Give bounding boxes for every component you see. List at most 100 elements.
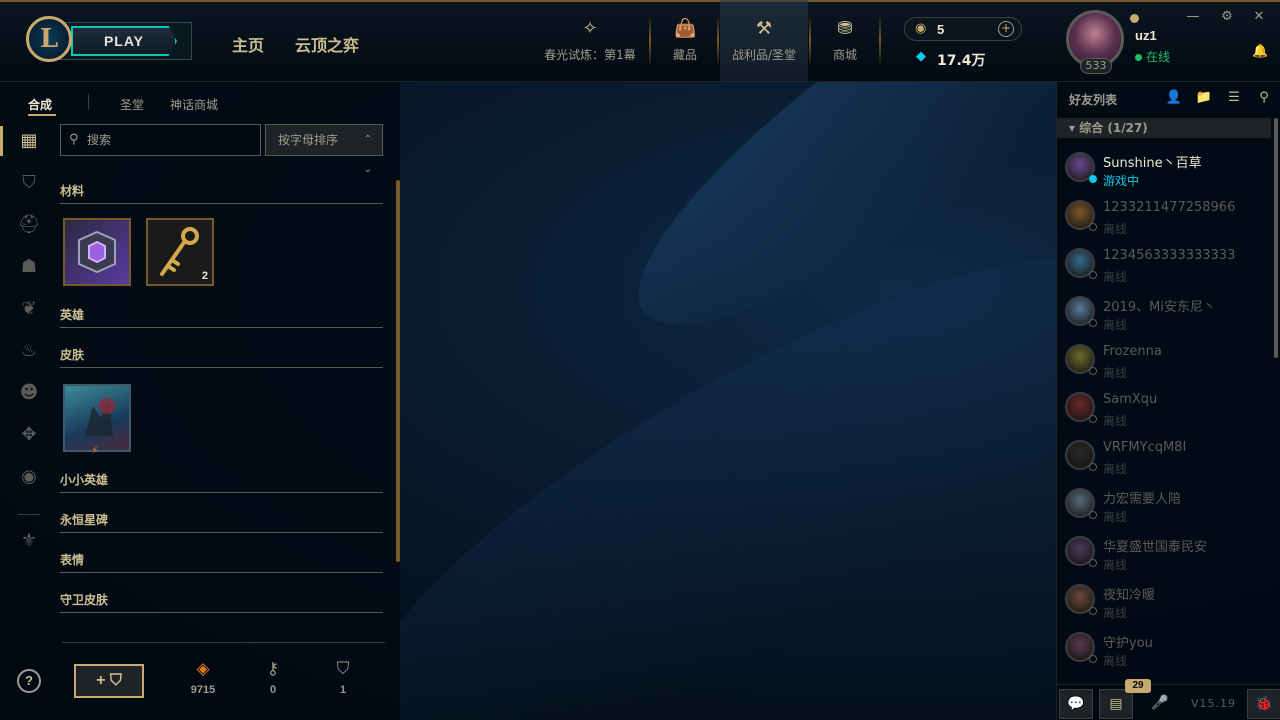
friend-group-header[interactable]: ▾ 综合 (1/27) xyxy=(1057,118,1271,138)
friend-status: 离线 xyxy=(1103,414,1128,428)
friend-status: 离线 xyxy=(1103,318,1128,332)
friend-name: 夜知冷暖 xyxy=(1103,588,1156,603)
username[interactable]: uz1 xyxy=(1135,28,1157,43)
close-icon[interactable]: ✕ xyxy=(1250,8,1268,26)
nav-battle-pass[interactable]: ✧ 春光试炼：第1幕 xyxy=(540,0,640,82)
chat-icon[interactable]: 💬 xyxy=(1059,689,1093,719)
top-nav-bar: L PLAY 主页 云顶之弈 ✧ 春光试炼：第1幕 👜 藏品 ⚒ 战利品/圣堂 … xyxy=(0,0,1280,82)
settings-gear-icon[interactable]: ⚙ xyxy=(1218,8,1236,26)
friend-row[interactable]: SamXqu 离线 xyxy=(1057,384,1271,432)
friend-row[interactable]: 力宏需要人陪 离线 xyxy=(1057,480,1271,528)
friends-header: 好友列表 👤 📁 ☰ ⚲ xyxy=(1057,82,1280,114)
hextech-key-tile[interactable]: 2 xyxy=(146,218,214,286)
orange-essence-badge-icon: ⚡ xyxy=(91,444,99,457)
friend-status-dot xyxy=(1089,415,1097,423)
minimize-icon[interactable]: — xyxy=(1184,8,1202,26)
friend-row[interactable]: 1234563333333333 离线 xyxy=(1057,240,1271,288)
sort-dropdown[interactable]: 按字母排序 ⌃ ⌄ xyxy=(265,124,383,175)
friend-status: 离线 xyxy=(1103,462,1128,476)
friend-row[interactable]: Sunshine丶百草 游戏中 xyxy=(1057,144,1271,192)
loot-scrollbar[interactable] xyxy=(396,180,400,562)
champion-helmet-icon[interactable]: ⛑ xyxy=(16,212,42,238)
friend-status-dot xyxy=(1089,511,1097,519)
nav-loot-label: 战利品/圣堂 xyxy=(731,48,797,62)
friend-row[interactable]: Frozenna 离线 xyxy=(1057,336,1271,384)
add-friend-icon[interactable]: 👤 xyxy=(1165,90,1183,106)
bell-icon[interactable]: 🔔 xyxy=(1252,44,1268,59)
nav-store[interactable]: ⛃ 商城 xyxy=(814,0,876,82)
conversations-icon[interactable]: ▤ xyxy=(1099,689,1133,719)
nav-collection[interactable]: 👜 藏品 xyxy=(654,0,716,82)
eternals-flame-icon[interactable]: ♨ xyxy=(16,338,42,364)
chest-value: 1 xyxy=(339,684,347,696)
section-champions: 英雄 xyxy=(60,306,383,328)
client-version: V15.19 xyxy=(1191,697,1237,710)
play-button[interactable]: PLAY xyxy=(71,26,177,56)
notification-dot xyxy=(1130,14,1139,23)
key-fragment-value: 0 xyxy=(269,684,277,696)
nav-tft[interactable]: 云顶之弈 xyxy=(295,32,359,56)
friend-row[interactable]: VRFMYcqM8I 离线 xyxy=(1057,432,1271,480)
tab-sanctum[interactable]: 圣堂 xyxy=(120,96,144,113)
active-tab-underline xyxy=(28,114,56,116)
nav-divider xyxy=(879,14,881,66)
chevron-updown-icon: ⌃ ⌄ xyxy=(363,134,372,175)
ward-icon[interactable]: ✥ xyxy=(16,422,42,448)
status-indicator[interactable]: 在线 xyxy=(1135,48,1170,65)
section-ward-skins: 守卫皮肤 xyxy=(60,591,383,613)
rp-balance: ◉ 5 + xyxy=(904,17,1022,41)
little-legend-icon[interactable]: ❦ xyxy=(16,296,42,322)
orange-essence-icon: ◈ xyxy=(196,659,210,679)
friend-name: SamXqu xyxy=(1103,392,1158,407)
friends-scrollbar[interactable] xyxy=(1274,118,1278,358)
friend-status: 离线 xyxy=(1103,606,1128,620)
nav-store-label: 商城 xyxy=(832,48,857,62)
friend-status: 离线 xyxy=(1103,222,1128,236)
orange-essence-counter: ◈ 9715 xyxy=(178,658,228,696)
friend-row[interactable]: 守护you 离线 xyxy=(1057,624,1271,672)
search-friends-icon[interactable]: ⚲ xyxy=(1255,90,1273,106)
friend-row[interactable]: 2019、Mi安东尼丶 离线 xyxy=(1057,288,1271,336)
emote-icon[interactable]: ☻ xyxy=(16,380,42,406)
status-text: 在线 xyxy=(1146,50,1171,64)
bug-report-icon[interactable]: 🐞 xyxy=(1247,689,1280,719)
grid-all-icon[interactable]: ▦ xyxy=(16,128,42,154)
disenchant-icon[interactable]: ⚜ xyxy=(16,528,42,554)
pass-icon: ✧ xyxy=(582,18,598,39)
icon-profile-icon[interactable]: ◉ xyxy=(16,464,42,490)
friend-status-dot xyxy=(1089,559,1097,567)
search-input[interactable] xyxy=(87,129,255,151)
tab-mythic-shop[interactable]: 神话商城 xyxy=(170,96,218,113)
friend-group-label: 综合 (1/27) xyxy=(1079,121,1148,135)
friend-status-dot xyxy=(1089,223,1097,231)
nav-divider xyxy=(809,14,811,66)
friend-row[interactable]: 夜知冷暖 离线 xyxy=(1057,576,1271,624)
friend-status: 离线 xyxy=(1103,558,1128,572)
friend-name: 守护you xyxy=(1103,636,1153,651)
buy-rp-button[interactable]: + xyxy=(998,21,1014,37)
friend-name: 1234563333333333 xyxy=(1103,248,1236,263)
league-logo-icon: L xyxy=(26,16,72,62)
craft-key-button[interactable]: + ⛉ xyxy=(74,664,144,698)
nav-loot[interactable]: ⚒ 战利品/圣堂 xyxy=(720,0,808,82)
skin-shard-tile[interactable] xyxy=(63,384,131,452)
loot-panel: 合成 圣堂 神话商城 ▦ ⛉ ⛑ ☗ ❦ ♨ ☻ ✥ ◉ ⚜ ⚲ 按字母排序 ⌃… xyxy=(0,82,400,720)
friend-status-dot xyxy=(1089,319,1097,327)
tab-craft[interactable]: 合成 xyxy=(28,96,52,113)
blue-essence-value: 17.4万 xyxy=(937,53,986,69)
chest-filter-icon[interactable]: ⛉ xyxy=(16,170,42,196)
friend-row[interactable]: 1233211477258966 离线 xyxy=(1057,192,1271,240)
nav-home[interactable]: 主页 xyxy=(232,32,264,56)
friend-row[interactable]: 华夏盛世国泰民安 离线 xyxy=(1057,528,1271,576)
search-field[interactable]: ⚲ xyxy=(60,124,261,156)
add-folder-icon[interactable]: 📁 xyxy=(1195,90,1213,106)
hextech-chest-tile[interactable] xyxy=(63,218,131,286)
help-button[interactable]: ? xyxy=(17,669,41,693)
key-fragment-icon: ⚷ xyxy=(266,659,280,679)
loot-icon: ⚒ xyxy=(755,18,773,39)
chest-counter: ⛉ 1 xyxy=(318,658,368,696)
skin-mask-icon[interactable]: ☗ xyxy=(16,254,42,280)
list-view-icon[interactable]: ☰ xyxy=(1225,90,1243,106)
friend-name: 华夏盛世国泰民安 xyxy=(1103,540,1208,555)
microphone-icon[interactable]: 🎤 xyxy=(1143,689,1177,719)
